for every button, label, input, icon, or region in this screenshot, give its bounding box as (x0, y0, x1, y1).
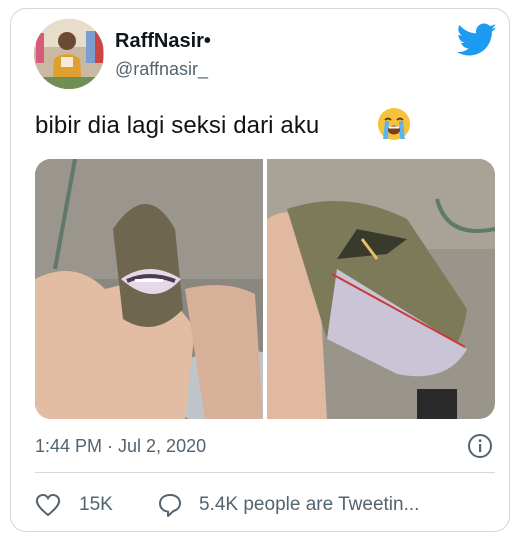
tweet-timestamp[interactable]: 1:44 PM · Jul 2, 2020 (35, 436, 206, 457)
info-icon[interactable] (466, 432, 494, 460)
divider (35, 472, 495, 473)
like-count[interactable]: 15K (79, 494, 113, 516)
chat-bubble-icon[interactable] (157, 492, 183, 518)
author-handle[interactable]: @raffnasir_ (115, 59, 208, 80)
retweet-count-text[interactable]: 5.4K people are Tweetin... (199, 494, 419, 516)
tweet-text: bibir dia lagi seksi dari aku (35, 112, 320, 139)
tweet-photo-1[interactable] (35, 159, 263, 419)
twitter-bird-icon (457, 23, 497, 56)
tweet-card[interactable]: RaffNasir• @raffnasir_ bibir dia lagi se… (10, 8, 510, 532)
heart-icon[interactable] (35, 493, 61, 517)
tweet-photo-2[interactable] (267, 159, 495, 419)
tweet-photos[interactable] (35, 159, 495, 419)
avatar[interactable] (34, 19, 104, 89)
author-name[interactable]: RaffNasir• (115, 30, 211, 53)
loudly-crying-face-emoji (378, 108, 410, 140)
